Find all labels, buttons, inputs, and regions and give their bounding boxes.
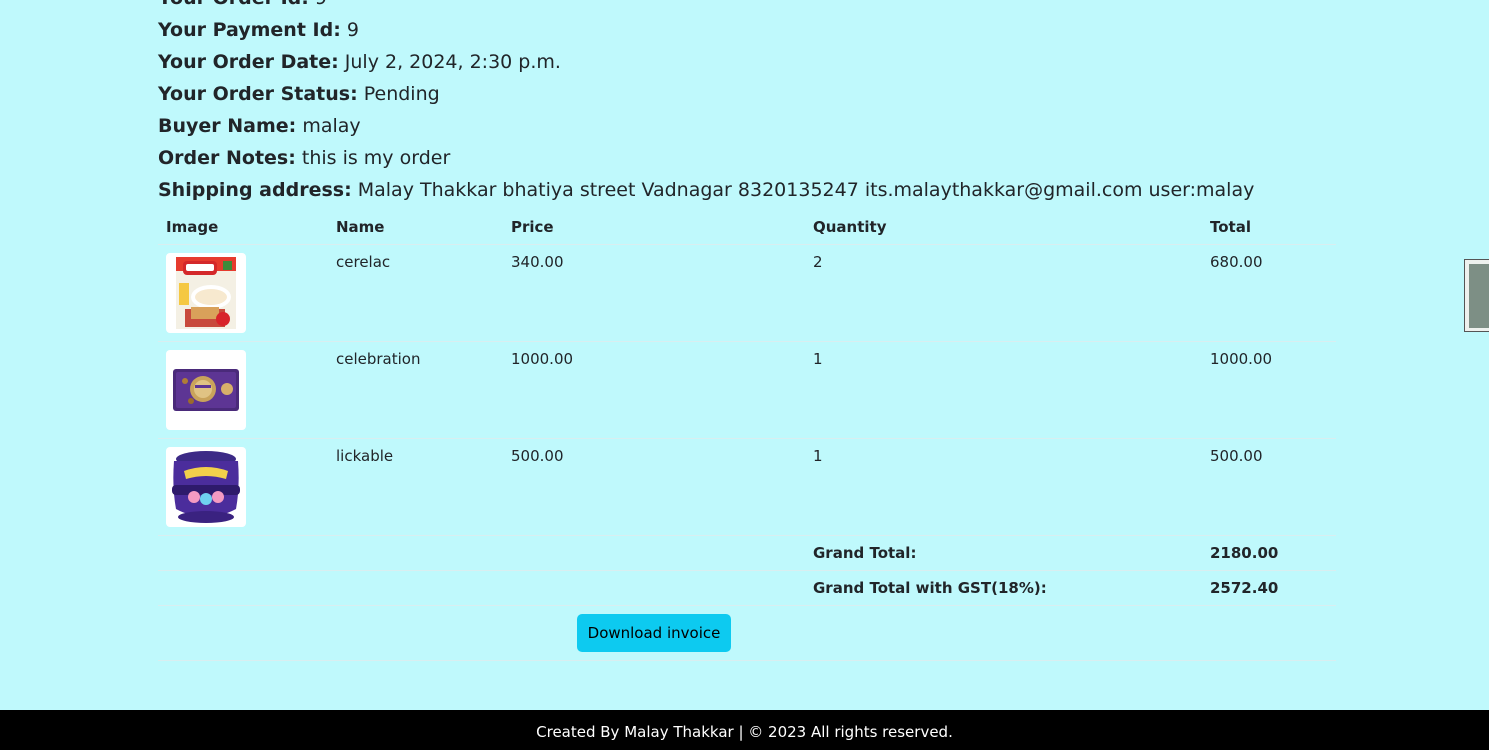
gst-total-row: Grand Total with GST(18%): 2572.40 (158, 570, 1336, 606)
product-name: celebration (328, 341, 503, 439)
buyer-name-line: Buyer Name: malay (158, 110, 1338, 142)
table-header-row: Image Name Price Quantity Total (158, 210, 1336, 245)
product-name: cerelac (328, 244, 503, 342)
product-quantity: 2 (805, 244, 1202, 342)
header-quantity: Quantity (805, 210, 1202, 245)
order-details-page: Your Order Id: 9 Your Payment Id: 9 Your… (0, 0, 1489, 750)
image-cell (158, 438, 328, 536)
gst-total-label: Grand Total with GST(18%): (805, 570, 1202, 606)
table-row: lickable 500.00 1 500.00 (158, 438, 1336, 536)
header-name: Name (328, 210, 503, 245)
shipping-address-line: Shipping address: Malay Thakkar bhatiya … (158, 174, 1338, 206)
header-total: Total (1202, 210, 1336, 245)
order-status-value: Pending (363, 83, 440, 105)
buyer-name-label: Buyer Name: (158, 115, 297, 137)
buyer-name-value: malay (302, 115, 361, 137)
order-info: Your Order Id: 9 Your Payment Id: 9 Your… (158, 0, 1338, 206)
grand-total-row: Grand Total: 2180.00 (158, 535, 1336, 571)
order-id-value: 9 (315, 0, 327, 9)
order-date-line: Your Order Date: July 2, 2024, 2:30 p.m. (158, 46, 1338, 78)
table-row: celebration 1000.00 1 1000.00 (158, 341, 1336, 439)
shipping-address-label: Shipping address: (158, 179, 352, 201)
header-price: Price (503, 210, 805, 245)
order-status-label: Your Order Status: (158, 83, 358, 105)
side-tab[interactable] (1464, 259, 1489, 332)
order-date-label: Your Order Date: (158, 51, 339, 73)
image-cell (158, 244, 328, 342)
order-date-value: July 2, 2024, 2:30 p.m. (344, 51, 561, 73)
product-quantity: 1 (805, 438, 1202, 536)
download-invoice-button[interactable]: Download invoice (577, 614, 731, 652)
download-row: Download invoice (158, 605, 1336, 661)
order-id-line: Your Order Id: 9 (158, 0, 1338, 14)
image-cell (158, 341, 328, 439)
product-total: 500.00 (1202, 438, 1336, 536)
payment-id-value: 9 (346, 19, 359, 41)
payment-id-line: Your Payment Id: 9 (158, 14, 1338, 46)
payment-id-label: Your Payment Id: (158, 19, 341, 41)
shipping-address-value: Malay Thakkar bhatiya street Vadnagar 83… (357, 179, 1255, 201)
order-notes-line: Order Notes: this is my order (158, 142, 1338, 174)
order-items-table: Image Name Price Quantity Total cerelac … (158, 210, 1336, 661)
cerelac-product-image (166, 253, 246, 333)
celebration-product-image (166, 350, 246, 430)
order-notes-label: Order Notes: (158, 147, 296, 169)
product-price: 340.00 (503, 244, 805, 342)
footer-text: Created By Malay Thakkar | © 2023 All ri… (536, 723, 953, 741)
gst-total-value: 2572.40 (1202, 570, 1336, 606)
product-total: 1000.00 (1202, 341, 1336, 439)
product-quantity: 1 (805, 341, 1202, 439)
table-row: cerelac 340.00 2 680.00 (158, 244, 1336, 342)
product-price: 500.00 (503, 438, 805, 536)
grand-total-label: Grand Total: (805, 535, 1202, 571)
order-notes-value: this is my order (301, 147, 451, 169)
product-total: 680.00 (1202, 244, 1336, 342)
product-price: 1000.00 (503, 341, 805, 439)
footer: Created By Malay Thakkar | © 2023 All ri… (0, 710, 1489, 750)
lickable-product-image (166, 447, 246, 527)
order-id-label: Your Order Id: (158, 0, 309, 9)
product-name: lickable (328, 438, 503, 536)
header-image: Image (158, 210, 328, 245)
order-status-line: Your Order Status: Pending (158, 78, 1338, 110)
grand-total-value: 2180.00 (1202, 535, 1336, 571)
side-tab-inner (1469, 264, 1489, 328)
